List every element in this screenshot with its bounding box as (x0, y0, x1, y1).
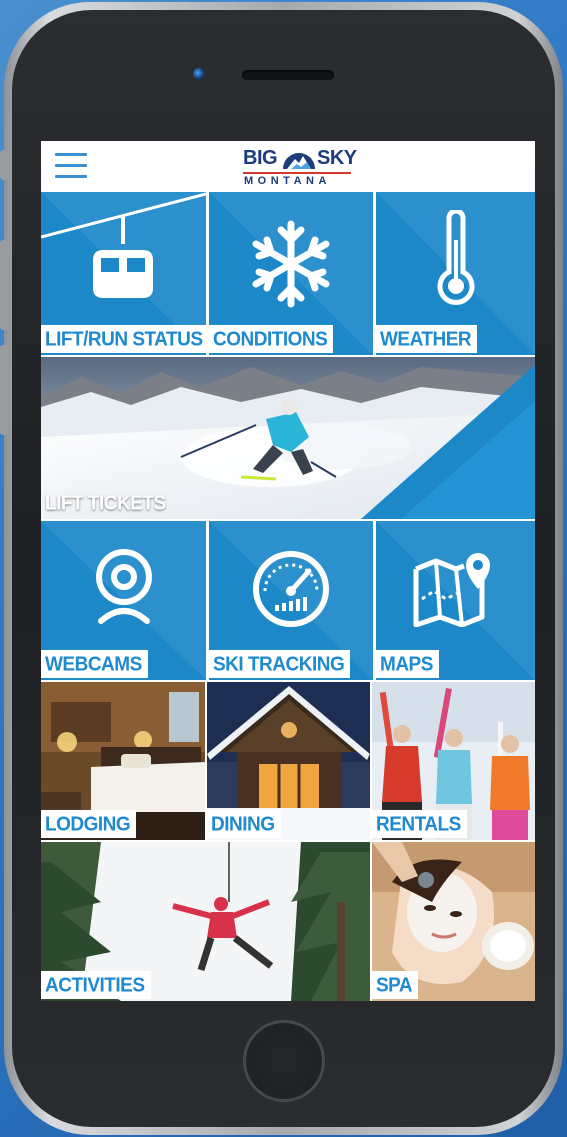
logo-red-line (243, 172, 351, 174)
tile-label-rentals: RENTALS (372, 809, 467, 839)
tile-webcams[interactable]: WEBCAMS (41, 521, 206, 680)
tile-weather[interactable]: WEATHER (376, 192, 535, 355)
logo-sky-text: SKY (317, 147, 357, 169)
gondola-icon (41, 192, 206, 298)
volume-down-button (0, 345, 8, 435)
speedometer-icon (253, 551, 329, 627)
home-button[interactable] (243, 1020, 325, 1102)
thermometer-icon (437, 210, 475, 305)
app-header: BIG SKY MONTANA (41, 141, 535, 192)
tile-label-maps: MAPS (376, 649, 439, 679)
tile-spa[interactable]: SPA (372, 842, 535, 1001)
tile-lift-tickets[interactable]: LIFT TICKETS (41, 357, 535, 519)
mountain-logo-icon (283, 153, 315, 169)
tile-label-lift-run-status: LIFT/RUN STATUS (41, 324, 206, 354)
tile-activities[interactable]: ACTIVITIES (41, 842, 370, 1001)
hamburger-menu-icon[interactable] (55, 153, 87, 179)
tile-lodging[interactable]: LODGING (41, 682, 205, 840)
tile-label-webcams: WEBCAMS (41, 649, 148, 679)
tile-label-activities: ACTIVITIES (41, 970, 151, 1000)
tile-label-lift-tickets: LIFT TICKETS (45, 492, 166, 515)
logo-montana-text: MONTANA (244, 175, 331, 187)
tile-label-ski-tracking: SKI TRACKING (209, 649, 351, 679)
speaker-grille (242, 70, 334, 80)
volume-up-button (0, 240, 8, 330)
webcam-icon (96, 549, 152, 624)
mute-switch (0, 150, 8, 180)
tile-label-weather: WEATHER (376, 324, 478, 354)
camera-icon (193, 68, 205, 80)
tile-ski-tracking[interactable]: SKI TRACKING (209, 521, 373, 680)
phone-frame: BIG SKY MONTANA LIFT/RUN STATUS CONDITIO… (0, 0, 567, 1137)
tile-label-spa: SPA (372, 970, 419, 1000)
snowflake-icon (252, 220, 330, 308)
tile-lift-run-status[interactable]: LIFT/RUN STATUS (41, 192, 206, 355)
tile-dining[interactable]: DINING (207, 682, 370, 840)
app-screen: BIG SKY MONTANA LIFT/RUN STATUS CONDITIO… (41, 141, 535, 1001)
logo-big-text: BIG (243, 147, 278, 169)
tile-maps[interactable]: MAPS (376, 521, 535, 680)
tile-label-conditions: CONDITIONS (209, 324, 334, 354)
big-sky-logo: BIG SKY MONTANA (241, 147, 357, 189)
tile-conditions[interactable]: CONDITIONS (209, 192, 373, 355)
tile-label-lodging: LODGING (41, 809, 137, 839)
tile-rentals[interactable]: RENTALS (372, 682, 535, 840)
map-pin-icon (413, 553, 490, 627)
tile-label-dining: DINING (207, 809, 281, 839)
